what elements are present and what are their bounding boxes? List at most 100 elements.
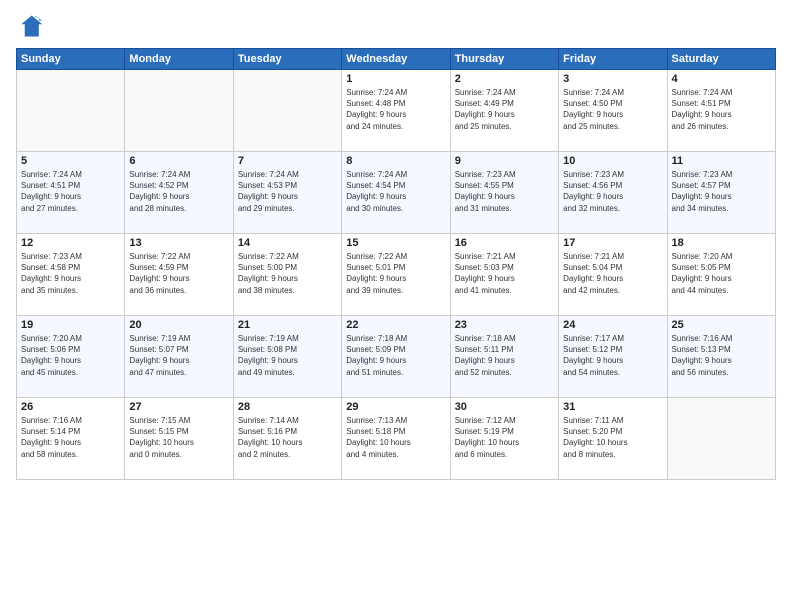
- day-cell-23: 23 Sunrise: 7:18 AM Sunset: 5:11 PM Dayli…: [450, 316, 558, 398]
- day-number: 29: [346, 401, 445, 413]
- day-detail: Sunrise: 7:23 AM Sunset: 4:55 PM Dayligh…: [455, 169, 554, 214]
- day-number: 16: [455, 237, 554, 249]
- day-number: 4: [672, 73, 771, 85]
- page: SundayMondayTuesdayWednesdayThursdayFrid…: [0, 0, 792, 612]
- day-cell-empty-0-0: [17, 70, 125, 152]
- day-cell-26: 26 Sunrise: 7:16 AM Sunset: 5:14 PM Dayli…: [17, 398, 125, 480]
- day-cell-6: 6Sunrise: 7:24 AM Sunset: 4:52 PM Daylig…: [125, 152, 233, 234]
- day-cell-16: 16Sunrise: 7:21 AM Sunset: 5:03 PM Dayli…: [450, 234, 558, 316]
- day-number: 3: [563, 73, 662, 85]
- col-header-thursday: Thursday: [450, 49, 558, 70]
- day-detail: Sunrise: 7:13 AM Sunset: 5:18 PM Dayligh…: [346, 415, 445, 460]
- day-cell-29: 29 Sunrise: 7:13 AM Sunset: 5:18 PM Dayli…: [342, 398, 450, 480]
- day-detail: Sunrise: 7:17 AM Sunset: 5:12 PM Dayligh…: [563, 333, 662, 378]
- col-header-friday: Friday: [559, 49, 667, 70]
- day-number: 22: [346, 319, 445, 331]
- day-detail: Sunrise: 7:24 AM Sunset: 4:51 PM Dayligh…: [21, 169, 120, 214]
- col-header-tuesday: Tuesday: [233, 49, 341, 70]
- day-cell-17: 17 Sunrise: 7:21 AM Sunset: 5:04 PM Dayli…: [559, 234, 667, 316]
- day-cell-19: 19 Sunrise: 7:20 AM Sunset: 5:06 PM Dayli…: [17, 316, 125, 398]
- day-detail: Sunrise: 7:23 AM Sunset: 4:58 PM Dayligh…: [21, 251, 120, 296]
- logo-icon: [16, 12, 44, 40]
- day-cell-25: 25 Sunrise: 7:16 AM Sunset: 5:13 PM Dayli…: [667, 316, 775, 398]
- day-detail: Sunrise: 7:21 AM Sunset: 5:04 PM Dayligh…: [563, 251, 662, 296]
- day-number: 27: [129, 401, 228, 413]
- day-number: 17: [563, 237, 662, 249]
- day-detail: Sunrise: 7:11 AM Sunset: 5:20 PM Dayligh…: [563, 415, 662, 460]
- day-detail: Sunrise: 7:12 AM Sunset: 5:19 PM Dayligh…: [455, 415, 554, 460]
- day-number: 6: [129, 155, 228, 167]
- day-number: 30: [455, 401, 554, 413]
- day-detail: Sunrise: 7:22 AM Sunset: 5:01 PM Dayligh…: [346, 251, 445, 296]
- day-detail: Sunrise: 7:14 AM Sunset: 5:16 PM Dayligh…: [238, 415, 337, 460]
- day-number: 18: [672, 237, 771, 249]
- day-detail: Sunrise: 7:24 AM Sunset: 4:48 PM Dayligh…: [346, 87, 445, 132]
- day-number: 8: [346, 155, 445, 167]
- day-number: 12: [21, 237, 120, 249]
- day-cell-14: 14 Sunrise: 7:22 AM Sunset: 5:00 PM Dayli…: [233, 234, 341, 316]
- day-detail: Sunrise: 7:20 AM Sunset: 5:05 PM Dayligh…: [672, 251, 771, 296]
- day-detail: Sunrise: 7:15 AM Sunset: 5:15 PM Dayligh…: [129, 415, 228, 460]
- week-row-4: 19 Sunrise: 7:20 AM Sunset: 5:06 PM Dayli…: [17, 316, 776, 398]
- day-number: 5: [21, 155, 120, 167]
- day-detail: Sunrise: 7:16 AM Sunset: 5:13 PM Dayligh…: [672, 333, 771, 378]
- day-cell-empty-0-2: [233, 70, 341, 152]
- day-detail: Sunrise: 7:19 AM Sunset: 5:07 PM Dayligh…: [129, 333, 228, 378]
- day-detail: Sunrise: 7:22 AM Sunset: 5:00 PM Dayligh…: [238, 251, 337, 296]
- col-header-sunday: Sunday: [17, 49, 125, 70]
- header-row: SundayMondayTuesdayWednesdayThursdayFrid…: [17, 49, 776, 70]
- day-detail: Sunrise: 7:20 AM Sunset: 5:06 PM Dayligh…: [21, 333, 120, 378]
- calendar-table: SundayMondayTuesdayWednesdayThursdayFrid…: [16, 48, 776, 480]
- day-detail: Sunrise: 7:16 AM Sunset: 5:14 PM Dayligh…: [21, 415, 120, 460]
- day-cell-20: 20 Sunrise: 7:19 AM Sunset: 5:07 PM Dayli…: [125, 316, 233, 398]
- day-cell-22: 22 Sunrise: 7:18 AM Sunset: 5:09 PM Dayli…: [342, 316, 450, 398]
- col-header-monday: Monday: [125, 49, 233, 70]
- day-number: 25: [672, 319, 771, 331]
- day-cell-12: 12 Sunrise: 7:23 AM Sunset: 4:58 PM Dayli…: [17, 234, 125, 316]
- day-detail: Sunrise: 7:24 AM Sunset: 4:54 PM Dayligh…: [346, 169, 445, 214]
- day-number: 20: [129, 319, 228, 331]
- day-detail: Sunrise: 7:24 AM Sunset: 4:50 PM Dayligh…: [563, 87, 662, 132]
- day-cell-empty-4-6: [667, 398, 775, 480]
- week-row-3: 12 Sunrise: 7:23 AM Sunset: 4:58 PM Dayli…: [17, 234, 776, 316]
- day-number: 31: [563, 401, 662, 413]
- day-cell-1: 1Sunrise: 7:24 AM Sunset: 4:48 PM Daylig…: [342, 70, 450, 152]
- day-cell-4: 4 Sunrise: 7:24 AM Sunset: 4:51 PM Daylig…: [667, 70, 775, 152]
- day-cell-28: 28 Sunrise: 7:14 AM Sunset: 5:16 PM Dayli…: [233, 398, 341, 480]
- day-cell-18: 18 Sunrise: 7:20 AM Sunset: 5:05 PM Dayli…: [667, 234, 775, 316]
- day-cell-15: 15 Sunrise: 7:22 AM Sunset: 5:01 PM Dayli…: [342, 234, 450, 316]
- day-detail: Sunrise: 7:19 AM Sunset: 5:08 PM Dayligh…: [238, 333, 337, 378]
- day-detail: Sunrise: 7:24 AM Sunset: 4:53 PM Dayligh…: [238, 169, 337, 214]
- day-cell-2: 2Sunrise: 7:24 AM Sunset: 4:49 PM Daylig…: [450, 70, 558, 152]
- day-number: 11: [672, 155, 771, 167]
- week-row-2: 5 Sunrise: 7:24 AM Sunset: 4:51 PM Daylig…: [17, 152, 776, 234]
- day-detail: Sunrise: 7:18 AM Sunset: 5:09 PM Dayligh…: [346, 333, 445, 378]
- day-cell-11: 11 Sunrise: 7:23 AM Sunset: 4:57 PM Dayli…: [667, 152, 775, 234]
- day-number: 28: [238, 401, 337, 413]
- week-row-1: 1Sunrise: 7:24 AM Sunset: 4:48 PM Daylig…: [17, 70, 776, 152]
- day-cell-10: 10Sunrise: 7:23 AM Sunset: 4:56 PM Dayli…: [559, 152, 667, 234]
- day-cell-24: 24 Sunrise: 7:17 AM Sunset: 5:12 PM Dayli…: [559, 316, 667, 398]
- col-header-wednesday: Wednesday: [342, 49, 450, 70]
- day-number: 7: [238, 155, 337, 167]
- day-number: 2: [455, 73, 554, 85]
- day-cell-30: 30 Sunrise: 7:12 AM Sunset: 5:19 PM Dayli…: [450, 398, 558, 480]
- day-number: 26: [21, 401, 120, 413]
- col-header-saturday: Saturday: [667, 49, 775, 70]
- day-cell-7: 7 Sunrise: 7:24 AM Sunset: 4:53 PM Daylig…: [233, 152, 341, 234]
- header: [16, 12, 776, 40]
- day-number: 9: [455, 155, 554, 167]
- day-number: 23: [455, 319, 554, 331]
- day-cell-13: 13Sunrise: 7:22 AM Sunset: 4:59 PM Dayli…: [125, 234, 233, 316]
- day-detail: Sunrise: 7:24 AM Sunset: 4:51 PM Dayligh…: [672, 87, 771, 132]
- day-detail: Sunrise: 7:18 AM Sunset: 5:11 PM Dayligh…: [455, 333, 554, 378]
- day-cell-3: 3 Sunrise: 7:24 AM Sunset: 4:50 PM Daylig…: [559, 70, 667, 152]
- day-number: 15: [346, 237, 445, 249]
- logo: [16, 12, 48, 40]
- day-number: 19: [21, 319, 120, 331]
- day-cell-empty-0-1: [125, 70, 233, 152]
- day-detail: Sunrise: 7:23 AM Sunset: 4:57 PM Dayligh…: [672, 169, 771, 214]
- day-detail: Sunrise: 7:23 AM Sunset: 4:56 PM Dayligh…: [563, 169, 662, 214]
- day-number: 14: [238, 237, 337, 249]
- day-number: 24: [563, 319, 662, 331]
